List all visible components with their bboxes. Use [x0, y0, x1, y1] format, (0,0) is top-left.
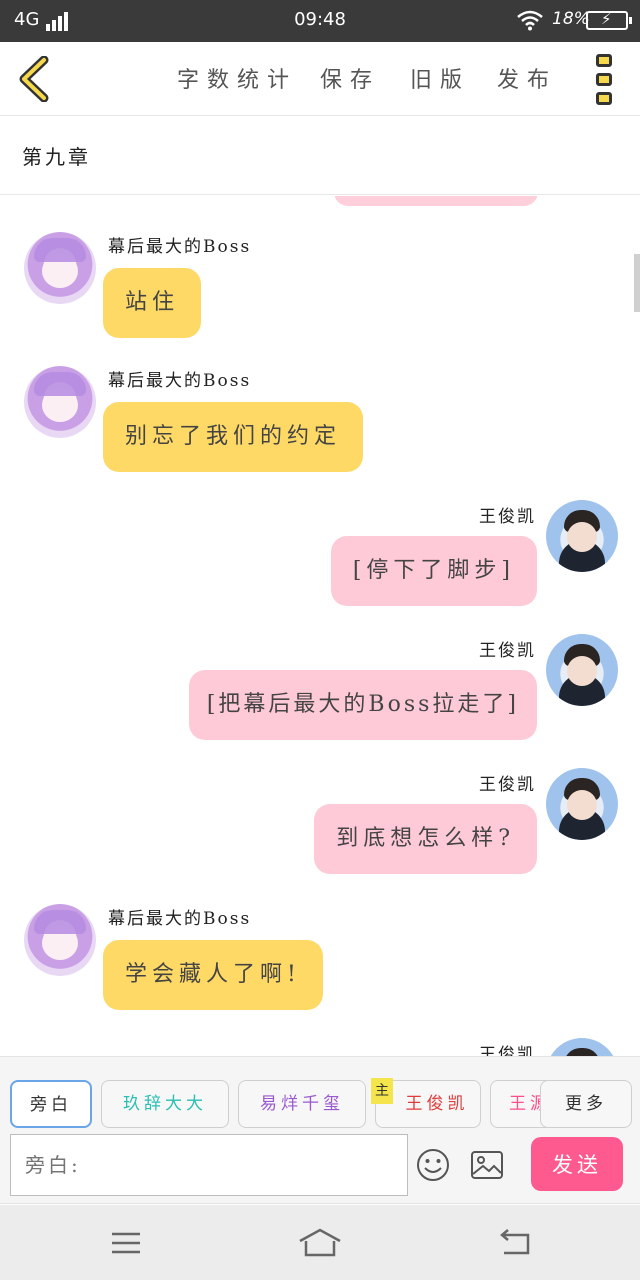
- role-label: 旁白: [30, 1095, 72, 1115]
- avatar[interactable]: [546, 634, 618, 706]
- publish-button[interactable]: 发布: [497, 62, 557, 94]
- sender-name: 幕后最大的Boss: [108, 371, 252, 391]
- message-bubble[interactable]: 别忘了我们的约定: [103, 402, 364, 472]
- more-menu-icon[interactable]: [596, 54, 614, 106]
- wifi-icon: [517, 10, 543, 31]
- role-yiyangqianxi[interactable]: 易烊千玺: [238, 1080, 366, 1128]
- avatar[interactable]: [546, 1038, 618, 1056]
- old-version-button[interactable]: 旧版: [410, 62, 470, 94]
- home-icon[interactable]: [298, 1227, 342, 1259]
- battery-icon: ⚡: [586, 10, 632, 30]
- sender-name: 幕后最大的Boss: [108, 237, 252, 257]
- image-icon[interactable]: [470, 1150, 504, 1180]
- avatar[interactable]: [24, 366, 96, 438]
- role-narrator[interactable]: 旁白: [10, 1080, 92, 1128]
- message-input[interactable]: [10, 1134, 408, 1196]
- sender-name: 王俊凯: [479, 641, 536, 661]
- avatar[interactable]: [546, 768, 618, 840]
- chevron-left-icon[interactable]: [14, 56, 54, 102]
- back-icon[interactable]: [494, 1227, 538, 1259]
- send-button[interactable]: 发送: [531, 1137, 623, 1191]
- clock: 09:48: [294, 9, 346, 30]
- message-row: 王俊凯: [0, 1036, 640, 1056]
- message-bubble[interactable]: [把幕后最大的Boss拉走了]: [188, 670, 537, 740]
- message-row: 王俊凯 到底想怎么样?: [0, 766, 640, 876]
- main-role-badge: 主: [371, 1078, 393, 1104]
- more-roles-button[interactable]: 更多: [540, 1080, 632, 1128]
- save-button[interactable]: 保存: [320, 62, 380, 94]
- editor-toolbar: 字数统计 保存 旧版 发布: [0, 42, 640, 116]
- composer: 发送: [0, 1130, 640, 1204]
- message-bubble[interactable]: 学会藏人了啊!: [103, 940, 323, 1010]
- message-bubble[interactable]: 到底想怎么样?: [314, 804, 537, 874]
- role-label: 玖辞大大: [123, 1094, 207, 1114]
- avatar[interactable]: [24, 232, 96, 304]
- menu-icon[interactable]: [104, 1227, 148, 1259]
- word-count-button[interactable]: 字数统计: [177, 62, 297, 94]
- message-bubble[interactable]: [停下了脚步]: [330, 536, 537, 606]
- message-row: 幕后最大的Boss 别忘了我们的约定: [0, 364, 640, 474]
- message-bubble[interactable]: 站住: [103, 268, 202, 338]
- role-jiuci[interactable]: 玖辞大大: [101, 1080, 229, 1128]
- app-screen: 4G 09:48 18% ⚡ 字数统计 保存 旧版 发布 第九章 幕后最大的Bo…: [0, 0, 640, 1280]
- avatar[interactable]: [546, 500, 618, 572]
- message-row: 幕后最大的Boss 学会藏人了啊!: [0, 902, 640, 1012]
- sender-name: 王俊凯: [479, 1045, 536, 1056]
- chapter-title[interactable]: 第九章: [22, 141, 91, 170]
- sender-name: 王俊凯: [479, 507, 536, 527]
- role-label: 王俊凯: [405, 1094, 469, 1114]
- sender-name: 幕后最大的Boss: [108, 909, 252, 929]
- previous-message-bubble[interactable]: [334, 196, 538, 206]
- system-nav-bar: [0, 1205, 640, 1280]
- status-bar: 4G 09:48 18% ⚡: [0, 0, 640, 42]
- sender-name: 王俊凯: [479, 775, 536, 795]
- message-row: 王俊凯 [停下了脚步]: [0, 498, 640, 608]
- chapter-header: 第九章: [0, 117, 640, 195]
- message-row: 幕后最大的Boss 站住: [0, 230, 640, 340]
- battery-level: 18%: [552, 9, 590, 29]
- chat-area[interactable]: 幕后最大的Boss 站住 幕后最大的Boss 别忘了我们的约定 王俊凯 [停下了…: [0, 196, 640, 1056]
- avatar[interactable]: [24, 904, 96, 976]
- role-label: 易烊千玺: [260, 1094, 344, 1114]
- emoji-icon[interactable]: [416, 1148, 450, 1182]
- message-row: 王俊凯 [把幕后最大的Boss拉走了]: [0, 632, 640, 742]
